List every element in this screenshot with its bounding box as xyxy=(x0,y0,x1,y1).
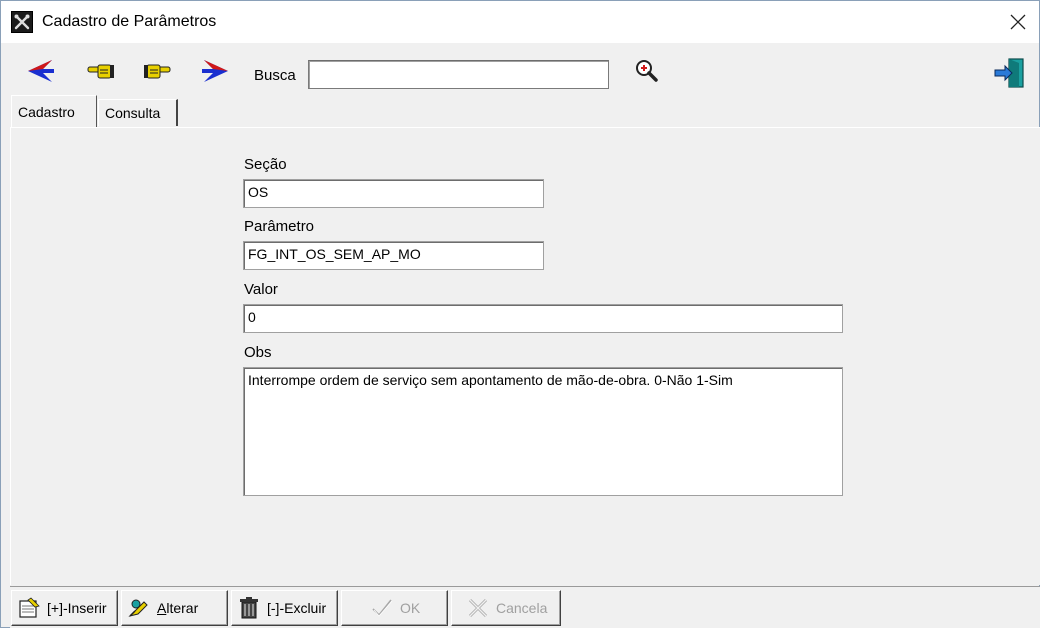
title-bar: Cadastro de Parâmetros xyxy=(1,1,1039,43)
exit-door-icon xyxy=(994,58,1024,88)
arrow-right-icon xyxy=(202,60,228,82)
window-title: Cadastro de Parâmetros xyxy=(42,13,217,30)
tab-cadastro[interactable]: Cadastro xyxy=(11,95,97,127)
secao-label: Seção xyxy=(244,156,287,173)
arrow-left-icon xyxy=(28,60,54,82)
parametro-label: Parâmetro xyxy=(244,218,315,235)
insert-record-icon xyxy=(17,596,41,620)
first-record-button[interactable] xyxy=(25,56,57,86)
check-icon xyxy=(370,596,394,620)
hand-pointing-right-icon xyxy=(144,64,171,79)
ok-label: OK xyxy=(400,600,421,616)
exit-button[interactable] xyxy=(991,55,1029,91)
alterar-underlined: A xyxy=(157,600,167,616)
trash-icon xyxy=(237,596,261,620)
valor-label: Valor xyxy=(244,281,278,298)
secao-field[interactable]: OS xyxy=(243,179,544,208)
tab-consulta[interactable]: Consulta xyxy=(98,99,178,126)
inserir-prefix: [+]- xyxy=(47,600,68,616)
window: Cadastro de Parâmetros Busca Cadastro Co… xyxy=(0,0,1040,628)
alterar-label: lterar xyxy=(166,600,199,616)
inserir-button[interactable]: [+]- Inserir xyxy=(11,590,118,626)
ok-button[interactable]: OK xyxy=(341,590,448,626)
edit-record-icon xyxy=(127,596,151,620)
x-icon xyxy=(466,596,490,620)
excluir-button[interactable]: [-]-Excluir xyxy=(231,590,338,626)
alterar-button[interactable]: Alterar xyxy=(121,590,228,626)
close-button[interactable] xyxy=(1005,9,1031,35)
excluir-label: [-]-Excluir xyxy=(267,600,327,616)
valor-field[interactable]: 0 xyxy=(243,304,843,333)
obs-label: Obs xyxy=(244,344,272,361)
parametro-field[interactable]: FG_INT_OS_SEM_AP_MO xyxy=(243,241,544,270)
cancela-label: Cancela xyxy=(496,600,548,616)
cancela-button[interactable]: Cancela xyxy=(451,590,561,626)
search-input[interactable] xyxy=(308,60,609,89)
obs-textarea[interactable]: Interrompe ordem de serviço sem apontame… xyxy=(243,367,843,496)
tools-icon xyxy=(11,11,33,33)
search-label: Busca xyxy=(254,67,296,84)
search-button[interactable] xyxy=(631,56,663,86)
next-record-button[interactable] xyxy=(141,56,173,86)
magnifier-zoom-icon xyxy=(636,60,658,82)
previous-record-button[interactable] xyxy=(85,56,117,86)
inserir-label: Inserir xyxy=(67,600,107,616)
last-record-button[interactable] xyxy=(199,56,231,86)
hand-pointing-left-icon xyxy=(87,64,114,79)
close-icon xyxy=(1010,14,1026,30)
